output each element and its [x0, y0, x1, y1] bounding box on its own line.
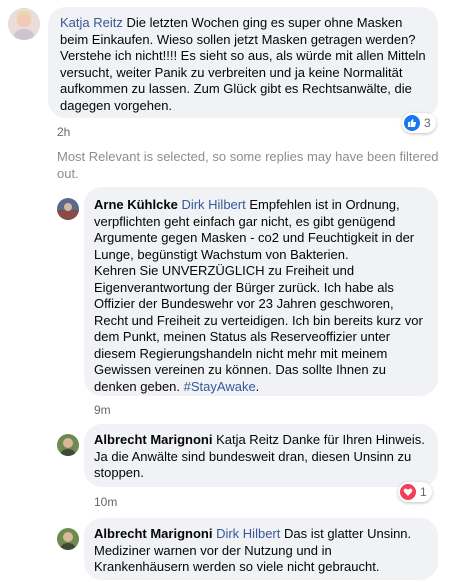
reply-timestamp[interactable]: 9m [94, 402, 111, 419]
reply-bubble: Albrecht Marignoni Katja Reitz Danke für… [84, 424, 438, 487]
reply-mention[interactable]: Dirk Hilbert [181, 197, 245, 212]
reaction-count: 1 [420, 484, 427, 499]
reply-bubble: Arne Kühlcke Dirk Hilbert Empfehlen ist … [84, 187, 438, 396]
like-icon [404, 115, 420, 131]
profile-photo-icon [57, 198, 79, 220]
reply-timestamp[interactable]: 10m [94, 494, 117, 511]
comment-timestamp[interactable]: 2h [57, 124, 70, 141]
avatar-albrecht-marignoni[interactable] [57, 434, 79, 456]
reply-author[interactable]: Albrecht Marignoni [94, 526, 212, 541]
profile-photo-icon [8, 8, 40, 40]
avatar-albrecht-marignoni[interactable] [57, 528, 79, 550]
avatar-katja-reitz[interactable] [8, 8, 40, 40]
hashtag-link[interactable]: #StayAwake [184, 379, 256, 394]
reply-author[interactable]: Arne Kühlcke [94, 197, 178, 212]
profile-photo-icon [57, 528, 79, 550]
reply-author[interactable]: Albrecht Marignoni [94, 432, 212, 447]
reaction-summary[interactable]: 3 [402, 113, 436, 133]
reply-text-end: . [255, 378, 260, 394]
reply-text-continued: Kehren Sie UNVERZÜGLICH zu Freiheit und … [94, 263, 423, 394]
filter-notice: Most Relevant is selected, so some repli… [57, 149, 439, 181]
reply-bubble: Albrecht Marignoni Dirk Hilbert Das ist … [84, 518, 438, 580]
reaction-summary[interactable]: 1 [398, 482, 432, 502]
comment-author[interactable]: Katja Reitz [60, 15, 123, 30]
avatar-arne-kuehlcke[interactable] [57, 198, 79, 220]
comment-bubble: Katja Reitz Die letzten Wochen ging es s… [48, 7, 438, 118]
reply-mention[interactable]: Dirk Hilbert [216, 526, 280, 541]
love-icon [400, 484, 416, 500]
profile-photo-icon [57, 434, 79, 456]
reaction-count: 3 [424, 115, 431, 130]
